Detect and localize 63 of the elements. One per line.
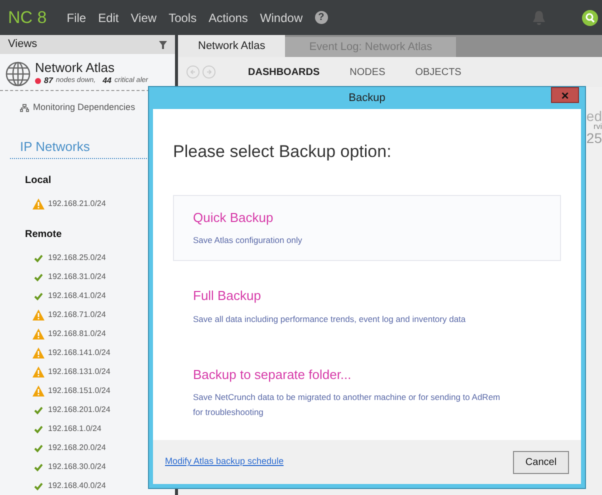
background-text: ed [586,109,602,123]
network-item[interactable]: 192.168.25.0/24 [48,252,106,264]
option-title: Full Backup [193,287,262,305]
group-title: Local [24,174,52,188]
globe-icon [5,60,31,86]
nodes-count: 87 [44,75,53,87]
network-item[interactable]: 192.168.31.0/24 [48,270,106,282]
network-item[interactable]: 192.168.71.0/24 [48,308,106,320]
warning-icon [32,366,45,378]
network-item[interactable]: 192.168.151.0/24 [48,384,110,396]
network-item[interactable]: 192.168.41.0/24 [48,290,106,302]
menu-item[interactable]: Window [260,8,303,26]
alerts-count: 44 [102,75,112,87]
back-icon[interactable] [186,65,200,79]
views-title: Views [8,37,38,52]
network-item[interactable]: 192.168.21.0/24 [48,198,106,210]
menu-item[interactable]: File [66,8,86,26]
schedule-link[interactable]: Modify Atlas backup schedule [165,455,284,469]
network-item[interactable]: 192.168.141.0/24 [48,346,110,358]
close-button[interactable]: × [551,87,579,103]
option-title: Quick Backup [193,208,274,227]
search-icon[interactable] [582,10,598,26]
warning-icon [32,328,45,340]
network-item[interactable]: 192.168.201.0/24 [48,404,110,416]
option-description: Save NetCrunch data to be migrated to another machine or for sending to AdRem for troubleshooting [193,391,502,419]
dialog-heading: Please select Backup option: [173,141,392,163]
warning-icon [32,384,45,396]
option-title: Backup to separate folder... [193,366,352,384]
network-item[interactable]: 192.168.81.0/24 [48,328,106,340]
nav-tab[interactable]: DASHBOARDS [248,64,320,80]
bell-icon[interactable] [532,10,546,26]
nav-tab[interactable]: NODES [350,64,386,80]
network-item[interactable]: 192.168.40.0/24 [48,480,106,492]
network-item[interactable]: 192.168.30.0/24 [48,460,106,472]
warning-icon [32,346,45,358]
background-text: 25 [586,131,602,145]
warning-icon [32,198,45,210]
backup-option[interactable]: Quick Backup Save Atlas configuration only [173,194,561,261]
network-item[interactable]: 192.168.20.0/24 [48,442,106,454]
option-description: Save Atlas configuration only [193,234,304,247]
warning-icon [32,308,45,320]
app-logo: NC 8 [8,6,47,29]
option-description: Save all data including performance trends, event log and inventory data [193,312,467,326]
background-text: rvi [594,123,602,131]
nav-tab[interactable]: OBJECTS [415,64,462,80]
filter-icon[interactable] [159,40,167,48]
cancel-button[interactable]: Cancel [513,450,569,474]
group-title: Remote [24,228,63,242]
menu-item[interactable]: Edit [98,8,119,26]
backup-option[interactable]: Backup to separate folder... Save NetCrunch data to be migrated to another machine or for sending to AdRem for troubleshooting [173,352,561,433]
hierarchy-icon [20,104,29,112]
atlas-title[interactable]: Network Atlas [35,60,148,75]
dependencies-item[interactable]: Monitoring Dependencies [33,101,136,114]
dialog-title: Backup [348,90,386,106]
network-item[interactable]: 192.168.1.0/24 [48,422,102,434]
tab[interactable]: Network Atlas [178,35,286,57]
help-icon[interactable]: ? [314,11,328,24]
backup-option[interactable]: Full Backup Save all data including performance trends, event log and inventory data [173,273,561,340]
menu-item[interactable]: View [130,8,157,26]
forward-icon[interactable] [202,65,216,79]
network-item[interactable]: 192.168.131.0/24 [48,366,110,378]
menu-item[interactable]: Tools [168,8,197,26]
menu-item[interactable]: Actions [208,8,248,26]
